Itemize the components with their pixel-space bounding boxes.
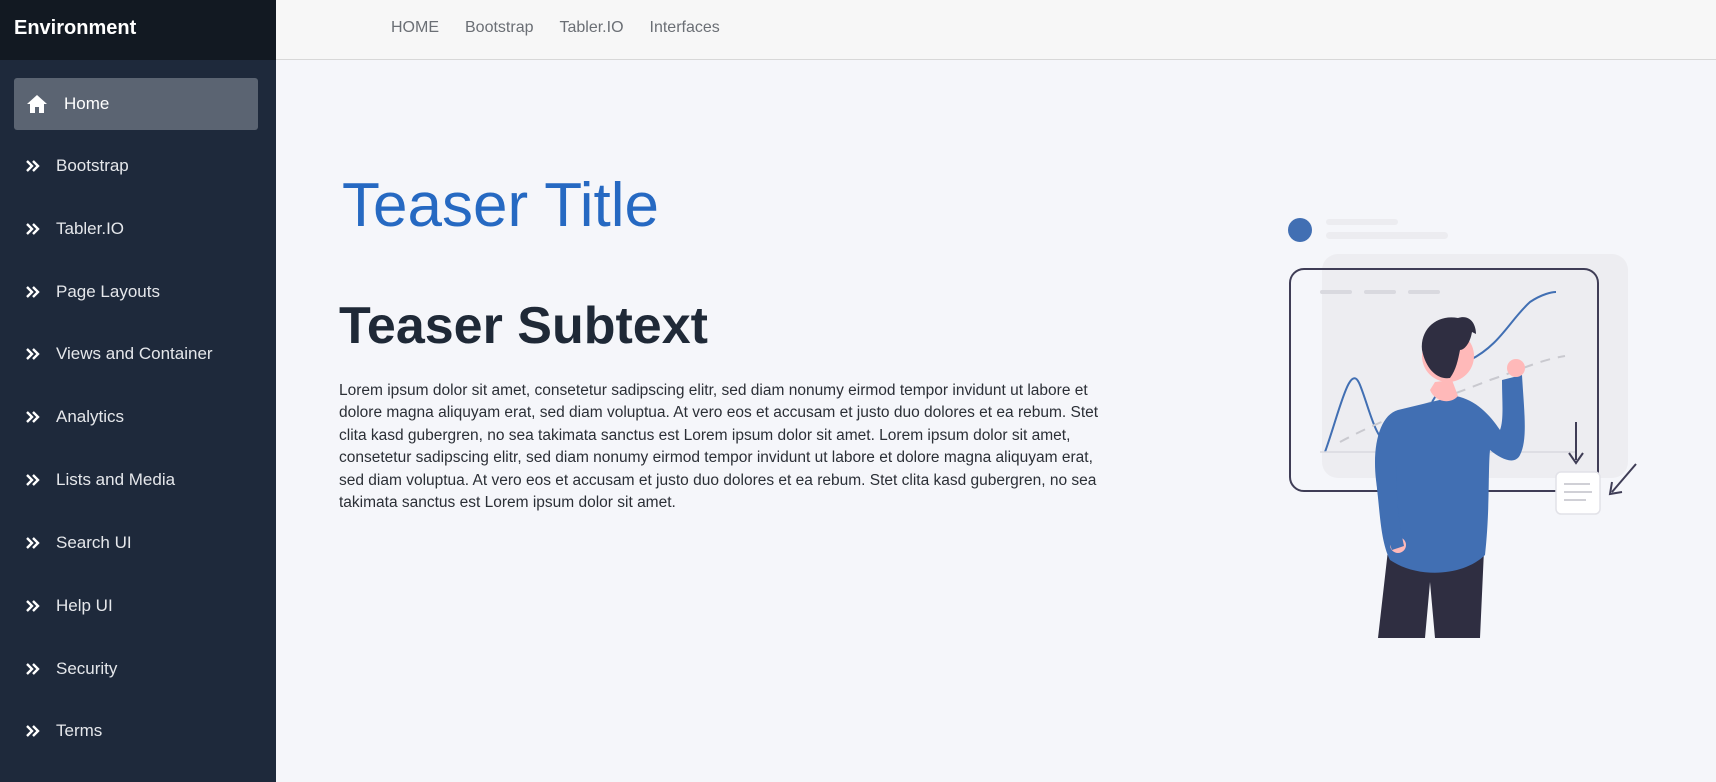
sidebar-item-search-ui[interactable]: Search UI xyxy=(14,517,258,569)
teaser-body-text: Lorem ipsum dolor sit amet, consetetur s… xyxy=(339,382,1099,512)
top-navbar: HOME Bootstrap Tabler.IO Interfaces xyxy=(276,0,1716,60)
brand-title[interactable]: Environment xyxy=(0,0,276,60)
double-chevron-right-icon xyxy=(26,725,56,737)
sidebar-item-label: Analytics xyxy=(56,407,125,426)
sidebar-item-label: Security xyxy=(56,659,118,678)
teaser-subtext: Teaser Subtext xyxy=(339,297,708,355)
topnav-link-tabler[interactable]: Tabler.IO xyxy=(559,19,623,37)
home-icon xyxy=(26,94,64,114)
double-chevron-right-icon xyxy=(26,348,56,360)
sidebar-item-help-ui[interactable]: Help UI xyxy=(14,580,258,632)
double-chevron-right-icon xyxy=(26,600,56,612)
sidebar-item-label: Tabler.IO xyxy=(56,219,125,238)
sidebar-item-label: Bootstrap xyxy=(56,156,129,175)
topnav-link-bootstrap[interactable]: Bootstrap xyxy=(465,19,533,37)
double-chevron-right-icon xyxy=(26,223,56,235)
sidebar-item-page-layouts[interactable]: Page Layouts xyxy=(14,266,258,318)
double-chevron-right-icon xyxy=(26,286,56,298)
app-root: Environment Home Bootstrap Tabler.IO Pag… xyxy=(0,0,1716,782)
sidebar-item-views-and-container[interactable]: Views and Container xyxy=(14,328,258,380)
double-chevron-right-icon xyxy=(26,663,56,675)
double-chevron-right-icon xyxy=(26,474,56,486)
sidebar-item-label: Search UI xyxy=(56,533,132,552)
sidebar: Environment Home Bootstrap Tabler.IO Pag… xyxy=(0,0,276,782)
sidebar-item-lists-and-media[interactable]: Lists and Media xyxy=(14,454,258,506)
analytics-illustration xyxy=(1280,210,1640,650)
sidebar-item-terms[interactable]: Terms xyxy=(14,705,258,757)
sidebar-item-label: Help UI xyxy=(56,596,113,615)
sidebar-item-label: Home xyxy=(64,94,110,113)
sidebar-item-label: Page Layouts xyxy=(56,282,160,301)
sidebar-item-label: Terms xyxy=(56,721,103,740)
sidebar-item-analytics[interactable]: Analytics xyxy=(14,391,258,443)
top-nav-links: HOME Bootstrap Tabler.IO Interfaces xyxy=(391,0,746,56)
sidebar-item-security[interactable]: Security xyxy=(14,643,258,695)
double-chevron-right-icon xyxy=(26,160,56,172)
sidebar-item-tabler[interactable]: Tabler.IO xyxy=(14,203,258,255)
double-chevron-right-icon xyxy=(26,537,56,549)
sidebar-item-bootstrap[interactable]: Bootstrap xyxy=(14,140,258,192)
sidebar-item-label: Lists and Media xyxy=(56,470,176,489)
topnav-link-interfaces[interactable]: Interfaces xyxy=(650,19,720,37)
topnav-link-home[interactable]: HOME xyxy=(391,19,439,37)
sidebar-item-label: Views and Container xyxy=(56,344,213,363)
sidebar-item-home[interactable]: Home xyxy=(14,78,258,130)
teaser-title: Teaser Title xyxy=(342,171,660,240)
double-chevron-right-icon xyxy=(26,411,56,423)
dot-icon xyxy=(1288,218,1312,242)
